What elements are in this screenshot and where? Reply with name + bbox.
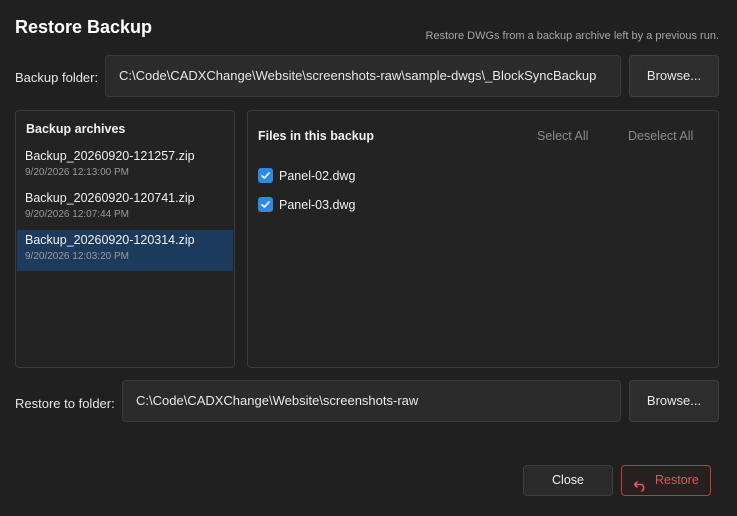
archive-date: 9/20/2026 12:07:44 PM [25, 209, 129, 220]
restore-button[interactable]: Restore [621, 465, 711, 496]
archives-heading: Backup archives [26, 122, 126, 136]
dialog-title: Restore Backup [15, 17, 153, 37]
deselect-all-button[interactable]: Deselect All [628, 129, 693, 143]
archive-list-item[interactable]: Backup_20260920-121257.zip 9/20/2026 12:1… [17, 146, 233, 187]
archive-name: Backup_20260920-121257.zip [25, 149, 195, 163]
file-checkbox[interactable] [258, 197, 273, 212]
undo-arrow-icon [633, 474, 648, 492]
archives-panel: Backup archives Backup_20260920-121257.z… [15, 110, 235, 368]
archive-date: 9/20/2026 12:13:00 PM [25, 167, 129, 178]
file-name: Panel-02.dwg [279, 169, 356, 183]
files-heading: Files in this backup [258, 129, 374, 143]
restore-label: Restore [655, 473, 699, 487]
archive-date: 9/20/2026 12:03:20 PM [25, 251, 129, 262]
checkmark-icon [261, 201, 270, 208]
file-checkbox[interactable] [258, 168, 273, 183]
archive-name: Backup_20260920-120741.zip [25, 191, 195, 205]
dialog-subtitle: Restore DWGs from a backup archive left … [425, 30, 719, 42]
archive-list-item[interactable]: Backup_20260920-120741.zip 9/20/2026 12:0… [17, 188, 233, 229]
restore-folder-label: Restore to folder: [15, 396, 115, 411]
backup-folder-field[interactable]: C:\Code\CADXChange\Website\screenshots-r… [105, 55, 621, 97]
checkmark-icon [261, 172, 270, 179]
backup-folder-browse-button[interactable]: Browse... [629, 55, 719, 97]
close-button[interactable]: Close [523, 465, 613, 496]
restore-folder-field[interactable]: C:\Code\CADXChange\Website\screenshots-r… [122, 380, 621, 422]
files-panel: Files in this backup Select All Deselect… [247, 110, 719, 368]
select-all-button[interactable]: Select All [537, 129, 588, 143]
archive-list-item[interactable]: Backup_20260920-120314.zip 9/20/2026 12:0… [17, 230, 233, 271]
file-name: Panel-03.dwg [279, 198, 356, 212]
archive-name: Backup_20260920-120314.zip [25, 233, 195, 247]
restore-folder-browse-button[interactable]: Browse... [629, 380, 719, 422]
backup-folder-label: Backup folder: [15, 70, 99, 85]
